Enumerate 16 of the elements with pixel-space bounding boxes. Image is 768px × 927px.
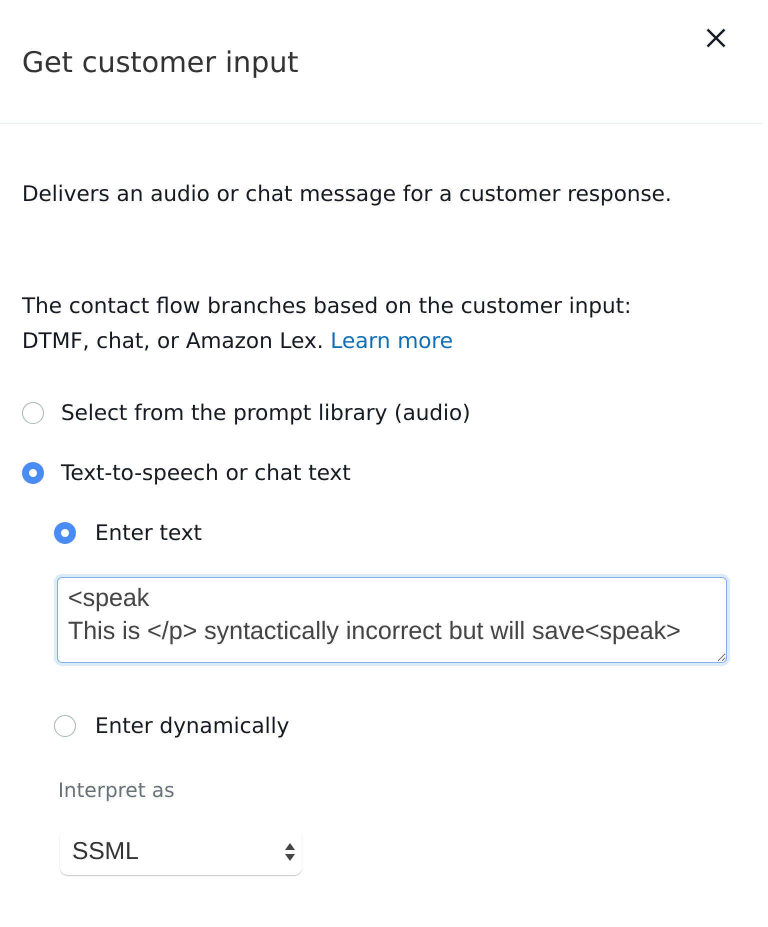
description-text: Delivers an audio or chat message for a customer response. [22, 181, 672, 209]
radio-button[interactable] [54, 522, 76, 544]
interpret-as-select[interactable]: SSML [60, 828, 302, 875]
branch-info-text: The contact flow branches based on the customer input: DTMF, chat, or Amazon Lex. Learn more [22, 293, 632, 356]
radio-label: Select from the prompt library (audio) [61, 400, 471, 426]
close-icon[interactable] [706, 28, 726, 48]
radio-button[interactable] [22, 462, 44, 484]
text-input-field[interactable]: <speak This is </p> syntactically incorrect but will save<speak> [57, 577, 727, 663]
learn-more-link[interactable]: Learn more [330, 329, 454, 354]
radio-label: Enter dynamically [95, 714, 290, 738]
radio-button[interactable] [54, 715, 76, 737]
radio-label: Text-to-speech or chat text [61, 460, 351, 486]
radio-button[interactable] [22, 402, 44, 424]
panel-title: Get customer input [22, 45, 298, 81]
field-label: Interpret as [58, 778, 175, 802]
radio-label: Enter text [95, 520, 202, 546]
